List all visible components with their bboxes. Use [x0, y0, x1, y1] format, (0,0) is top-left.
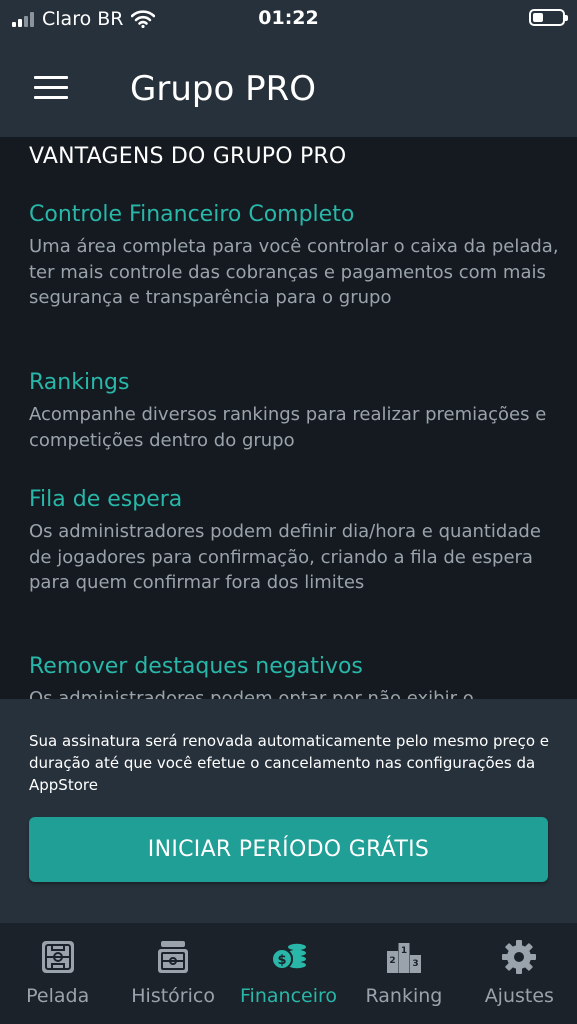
renewal-notice: Sua assinatura será renovada automaticam…: [29, 732, 550, 794]
feature-description: Acompanhe diversos rankings para realiza…: [29, 404, 547, 451]
page-title: Grupo PRO: [130, 69, 316, 109]
podium-icon: 2 1 3: [386, 943, 421, 973]
start-free-trial-button[interactable]: INICIAR PERÍODO GRÁTIS: [29, 817, 548, 882]
history-icon: [158, 941, 189, 973]
feature-title: Fila de espera: [29, 487, 183, 512]
tab-financeiro[interactable]: $ Financeiro: [231, 923, 346, 1024]
feature-title: Controle Financeiro Completo: [29, 202, 355, 227]
tab-label: Pelada: [26, 985, 90, 1007]
svg-text:1: 1: [401, 946, 407, 956]
tab-bar: Pelada Histórico $ Financeiro 2 1 3 Rank…: [0, 923, 577, 1024]
feature-title: Rankings: [29, 370, 130, 395]
svg-text:3: 3: [412, 959, 418, 969]
feature-description: Os administradores podem definir dia/hor…: [29, 521, 541, 593]
tab-label: Financeiro: [240, 985, 338, 1007]
money-icon: $: [270, 943, 306, 970]
tab-ranking[interactable]: 2 1 3 Ranking: [346, 923, 461, 1024]
feature-waitlist: Fila de espera Os administradores podem …: [29, 486, 559, 596]
feature-description: Uma área completa para você controlar o …: [29, 236, 559, 308]
battery-icon: [529, 9, 568, 26]
feature-remove-negative-highlights: Remover destaques negativos Os administr…: [29, 653, 559, 699]
section-title: VANTAGENS DO GRUPO PRO: [29, 144, 347, 169]
tab-label: Ranking: [365, 985, 443, 1007]
gear-icon: [502, 940, 537, 974]
tab-ajustes[interactable]: Ajustes: [462, 923, 577, 1024]
feature-description: Os administradores podem optar por não e…: [29, 688, 474, 699]
tab-pelada[interactable]: Pelada: [0, 923, 115, 1024]
features-scroll-area[interactable]: VANTAGENS DO GRUPO PRO Controle Financei…: [0, 137, 577, 699]
svg-text:$: $: [277, 953, 286, 968]
feature-rankings: Rankings Acompanhe diversos rankings par…: [29, 369, 559, 453]
tab-historico[interactable]: Histórico: [115, 923, 230, 1024]
navigation-bar: Grupo PRO: [0, 38, 577, 137]
clock: 01:22: [258, 7, 319, 29]
feature-title: Remover destaques negativos: [29, 654, 363, 679]
feature-financial-control: Controle Financeiro Completo Uma área co…: [29, 201, 559, 311]
tab-label: Histórico: [131, 985, 215, 1007]
menu-icon[interactable]: [34, 76, 68, 100]
tab-label: Ajustes: [484, 985, 554, 1007]
subscription-footer: Sua assinatura será renovada automaticam…: [0, 699, 577, 923]
status-bar: Claro BR 01:22: [0, 0, 577, 38]
svg-text:2: 2: [389, 956, 395, 966]
field-icon: [41, 941, 74, 973]
